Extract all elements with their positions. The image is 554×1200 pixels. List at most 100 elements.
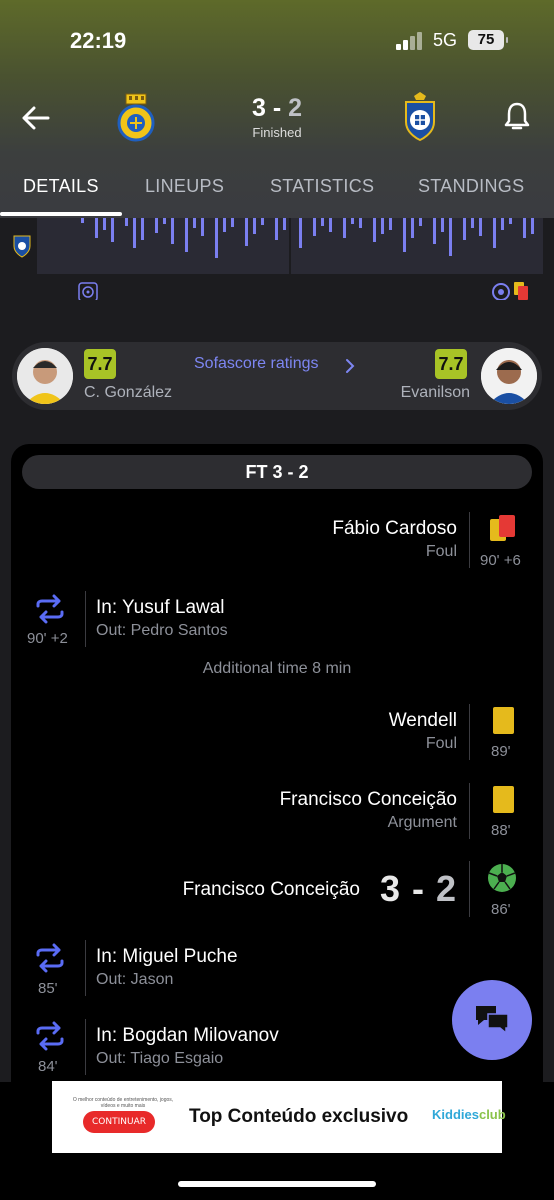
chat-button[interactable]	[452, 980, 532, 1060]
momentum-bar	[441, 218, 444, 232]
event-time: 85'	[38, 980, 58, 997]
away-score: 2	[288, 94, 303, 122]
momentum-bar	[283, 218, 286, 230]
tab-details[interactable]: DETAILS	[23, 176, 99, 197]
momentum-bar	[329, 218, 332, 232]
goal-ball-icon	[78, 282, 98, 302]
divider	[85, 940, 86, 996]
momentum-bar	[419, 218, 422, 226]
goal-scorer[interactable]: Francisco Conceição	[183, 879, 360, 901]
sub-player-out[interactable]: Out: Tiago Esgaio	[96, 1050, 223, 1068]
goal-ball-icon	[492, 283, 510, 301]
ad-logo-part1: Kiddies	[432, 1107, 479, 1122]
away-team-crest-icon	[13, 235, 31, 258]
event-player[interactable]: Francisco Conceição	[280, 789, 457, 811]
event-reason: Foul	[425, 735, 457, 752]
ad-banner[interactable]: O melhor conteúdo de entretenimento, jog…	[52, 1081, 506, 1153]
momentum-bar	[171, 218, 174, 244]
divider	[469, 783, 470, 839]
event-time: 89'	[491, 743, 511, 760]
sub-player-in[interactable]: In: Yusuf Lawal	[96, 597, 225, 619]
tab-lineups[interactable]: LINEUPS	[145, 176, 224, 197]
event-time: 84'	[38, 1058, 58, 1075]
momentum-bar	[231, 218, 234, 227]
full-time-label: FT 3 - 2	[22, 455, 532, 489]
event-player[interactable]: Fábio Cardoso	[332, 518, 457, 540]
ad-small-text: O melhor conteúdo de entretenimento, jog…	[72, 1097, 174, 1109]
ratings-card[interactable]: 7.7 C. González Sofascore ratings 7.7 Ev…	[12, 342, 542, 410]
momentum-bar	[141, 218, 144, 240]
goal-away-score: 2	[436, 868, 458, 909]
chevron-right-icon[interactable]	[344, 358, 356, 374]
avatar[interactable]	[481, 348, 537, 404]
momentum-graph[interactable]	[37, 218, 543, 274]
sub-player-out[interactable]: Out: Jason	[96, 971, 173, 989]
halftime-divider	[289, 218, 291, 274]
sofascore-ratings-link[interactable]: Sofascore ratings	[194, 355, 319, 373]
ad-title[interactable]: Top Conteúdo exclusivo	[189, 1106, 408, 1128]
momentum-bar	[373, 218, 376, 242]
yellow-card-icon	[493, 786, 514, 813]
momentum-bar	[411, 218, 414, 238]
event-reason: Argument	[387, 814, 457, 831]
event-time: 88'	[491, 822, 511, 839]
home-player-name: C. González	[84, 384, 173, 401]
momentum-bar	[299, 218, 302, 248]
away-player-rating: 7.7	[435, 349, 467, 379]
avatar[interactable]	[17, 348, 73, 404]
match-header: 22:19 5G 75 3 - 2 Finished DETAILS LINEU…	[0, 0, 554, 218]
active-tab-indicator	[0, 212, 122, 216]
divider	[85, 591, 86, 647]
divider	[469, 512, 470, 568]
sub-player-in[interactable]: In: Bogdan Milovanov	[96, 1025, 279, 1047]
back-arrow-icon[interactable]	[18, 100, 54, 136]
event-time: 90' +6	[480, 552, 521, 569]
sub-player-out[interactable]: Out: Pedro Santos	[96, 622, 228, 640]
tab-statistics[interactable]: STATISTICS	[270, 176, 374, 197]
momentum-bar	[501, 218, 504, 230]
momentum-bar	[125, 218, 128, 226]
momentum-bar	[163, 218, 166, 224]
incidents-card	[11, 444, 543, 1084]
momentum-bar	[321, 218, 324, 226]
additional-time: Additional time 8 min	[202, 660, 352, 677]
event-time: 86'	[491, 901, 511, 918]
home-team-crest-icon[interactable]	[114, 92, 158, 142]
momentum-bar	[351, 218, 354, 224]
substitution-icon	[36, 594, 64, 624]
momentum-bar	[201, 218, 204, 236]
goal-score: 3 - 2	[380, 868, 457, 910]
momentum-bar	[103, 218, 106, 230]
sub-player-in[interactable]: In: Miguel Puche	[96, 946, 238, 968]
momentum-bar	[253, 218, 256, 234]
ad-logo: Kiddiesclub	[432, 1107, 506, 1122]
red-card-icon	[514, 282, 528, 300]
divider	[469, 861, 470, 917]
clock: 22:19	[70, 28, 127, 53]
momentum-bar	[133, 218, 136, 248]
ratings-section: 7.7 C. González Sofascore ratings 7.7 Ev…	[0, 300, 554, 434]
status-bar: 22:19 5G 75	[0, 26, 554, 58]
tab-bar: DETAILS LINEUPS STATISTICS STANDINGS	[0, 174, 554, 218]
momentum-bar	[493, 218, 496, 248]
divider	[469, 704, 470, 760]
event-player[interactable]: Wendell	[389, 710, 457, 732]
momentum-bar	[313, 218, 316, 236]
momentum-bar	[509, 218, 512, 224]
signal-icon	[396, 32, 426, 50]
substitution-icon	[36, 1021, 64, 1051]
momentum-bar	[479, 218, 482, 236]
momentum-bar	[95, 218, 98, 238]
network-type: 5G	[433, 30, 458, 50]
attack-momentum-panel	[0, 218, 554, 302]
goal-ball-icon	[488, 864, 516, 892]
momentum-bar	[523, 218, 526, 238]
tab-standings[interactable]: STANDINGS	[418, 176, 524, 197]
momentum-bar	[275, 218, 278, 240]
bell-icon[interactable]	[502, 100, 532, 134]
home-indicator[interactable]	[178, 1181, 376, 1187]
ad-continue-button[interactable]: CONTINUAR	[83, 1111, 155, 1133]
player-photo	[17, 348, 73, 404]
away-team-crest-icon[interactable]	[398, 92, 442, 142]
momentum-bar	[359, 218, 362, 228]
